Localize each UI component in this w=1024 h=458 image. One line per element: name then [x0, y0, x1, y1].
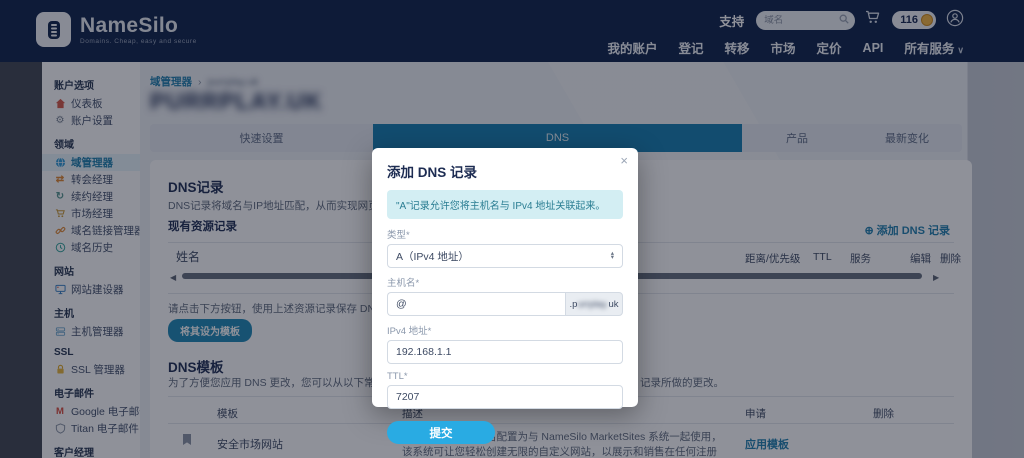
hostname-suffix: .p urrplay. uk	[565, 292, 623, 316]
record-type-value: A（IPv4 地址）	[396, 250, 469, 263]
close-icon[interactable]: ×	[620, 153, 628, 168]
select-arrows-icon: ▴ ▾	[610, 249, 614, 261]
record-type-select[interactable]: A（IPv4 地址） ▴ ▾	[387, 244, 623, 268]
hostname-label: 主机名*	[387, 278, 420, 289]
page: NameSilo Domains. Cheap, easy and secure…	[0, 0, 1024, 458]
add-dns-record-modal: × 添加 DNS 记录 "A"记录允许您将主机名与 IPv4 地址关联起来。 类…	[372, 148, 638, 444]
hostname-input-group: .purrplay.uk	[387, 292, 623, 316]
ttl-input[interactable]	[387, 385, 623, 409]
ipv4-input[interactable]	[387, 340, 623, 364]
a-record-info-banner: "A"记录允许您将主机名与 IPv4 地址关联起来。	[387, 190, 623, 219]
ttl-label: TTL*	[387, 371, 408, 382]
hostname-suffix-redacted: urrplay.	[577, 298, 609, 310]
type-label: 类型*	[387, 230, 410, 241]
ipv4-label: IPv4 地址*	[387, 326, 432, 337]
hostname-input[interactable]	[387, 292, 565, 316]
modal-title: 添加 DNS 记录	[387, 165, 478, 180]
submit-button[interactable]: 提交	[387, 421, 495, 444]
